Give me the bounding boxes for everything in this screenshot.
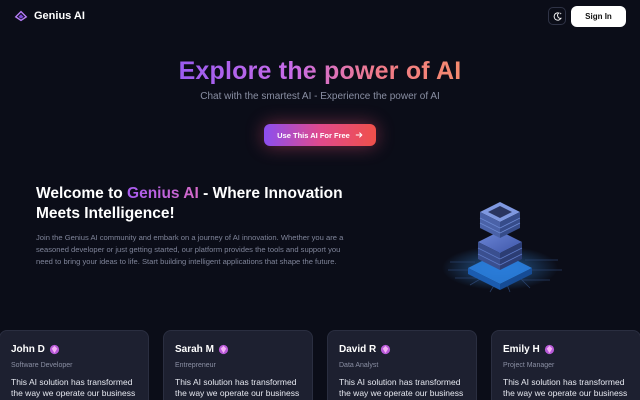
cta-label: Use This AI For Free [277, 130, 350, 140]
testimonial-name: Emily H [503, 344, 555, 355]
use-ai-free-button[interactable]: Use This AI For Free [264, 124, 376, 146]
gem-icon [49, 344, 59, 355]
testimonial-quote: This AI solution has transformed the way… [503, 377, 628, 398]
server-stack-icon [442, 202, 562, 293]
welcome-title: Welcome to Genius AI - Where Innovation … [36, 185, 343, 222]
theme-toggle-button[interactable] [548, 7, 566, 25]
gem-icon [544, 344, 554, 355]
testimonial-card: Sarah M Entrepreneur This AI solution ha… [163, 330, 313, 400]
welcome-brand: Genius AI [127, 185, 199, 202]
testimonial-name: Sarah M [175, 344, 229, 355]
brain-icon [14, 10, 28, 22]
testimonial-role: Entrepreneur [175, 362, 216, 369]
sign-in-button[interactable]: Sign In [571, 6, 626, 27]
brand-name: Genius AI [34, 10, 85, 22]
welcome-text: Join the Genius AI community and embark … [36, 233, 344, 266]
top-nav: Genius AI Sign In [0, 0, 640, 34]
testimonial-card: Emily H Project Manager This AI solution… [491, 330, 640, 400]
testimonial-card: John D Software Developer This AI soluti… [0, 330, 149, 400]
gem-icon [381, 344, 391, 355]
testimonial-quote: This AI solution has transformed the way… [175, 377, 300, 398]
hero-title: Explore the power of AI [178, 57, 462, 85]
testimonial-name: David R [339, 344, 391, 355]
testimonial-quote: This AI solution has transformed the way… [11, 377, 136, 398]
gem-icon [218, 344, 228, 355]
hero-subtitle: Chat with the smartest AI - Experience t… [200, 91, 440, 102]
testimonial-card: David R Data Analyst This AI solution ha… [327, 330, 477, 400]
moon-star-icon [553, 11, 562, 21]
testimonial-role: Software Developer [11, 362, 73, 369]
testimonial-role: Data Analyst [339, 362, 379, 369]
testimonial-name: John D [11, 344, 60, 355]
brand[interactable]: Genius AI [14, 9, 85, 23]
testimonials: John D Software Developer This AI soluti… [0, 330, 640, 400]
testimonial-role: Project Manager [503, 362, 555, 369]
arrow-right-icon [355, 132, 363, 138]
testimonial-quote: This AI solution has transformed the way… [339, 377, 464, 398]
